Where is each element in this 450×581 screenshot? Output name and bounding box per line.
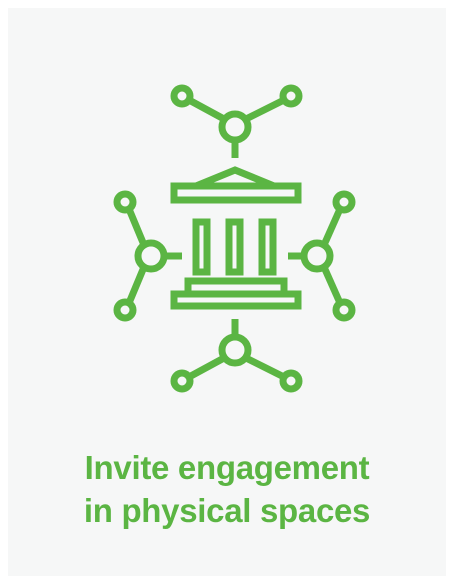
card-title-line-1: Invite engagement xyxy=(84,449,370,486)
info-card: Invite engagement in physical spaces xyxy=(8,8,446,576)
card-title: Invite engagement in physical spaces xyxy=(8,446,446,532)
card-title-line-2: in physical spaces xyxy=(83,492,371,529)
museum-network-icon xyxy=(113,84,356,393)
